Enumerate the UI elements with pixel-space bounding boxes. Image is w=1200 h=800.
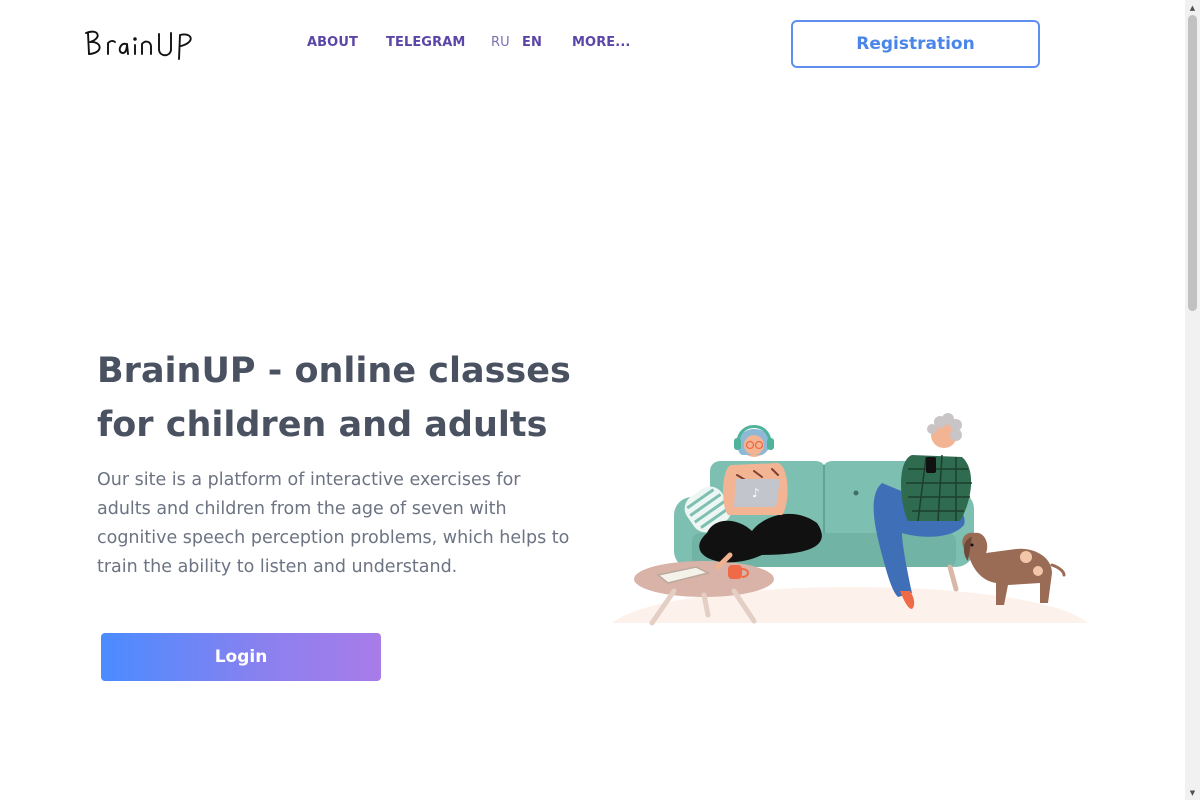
- nav-telegram-link[interactable]: TELEGRAM: [386, 35, 465, 50]
- people-on-sofa-illustration: ♪: [612, 413, 1088, 626]
- brainup-logo-icon: [85, 30, 192, 60]
- registration-button[interactable]: Registration: [791, 20, 1040, 68]
- nav-about-link[interactable]: ABOUT: [307, 35, 358, 50]
- site-header: ABOUT TELEGRAM RU EN MORE... Registratio…: [0, 0, 1185, 90]
- svg-text:♪: ♪: [752, 486, 760, 500]
- login-button[interactable]: Login: [101, 633, 381, 681]
- scroll-thumb[interactable]: [1188, 15, 1197, 311]
- hero-description: Our site is a platform of interactive ex…: [97, 470, 570, 577]
- brainup-logo[interactable]: [84, 24, 200, 64]
- page-scrollbar[interactable]: ▲ ▼: [1185, 0, 1200, 800]
- scroll-up-arrow-icon[interactable]: ▲: [1185, 0, 1200, 15]
- lang-ru-link[interactable]: RU: [491, 35, 510, 50]
- hero-title: BrainUP - online classes for children an…: [97, 351, 571, 445]
- lang-en-link[interactable]: EN: [522, 35, 542, 50]
- scroll-down-arrow-icon[interactable]: ▼: [1185, 785, 1200, 800]
- nav-more-link[interactable]: MORE...: [572, 35, 630, 50]
